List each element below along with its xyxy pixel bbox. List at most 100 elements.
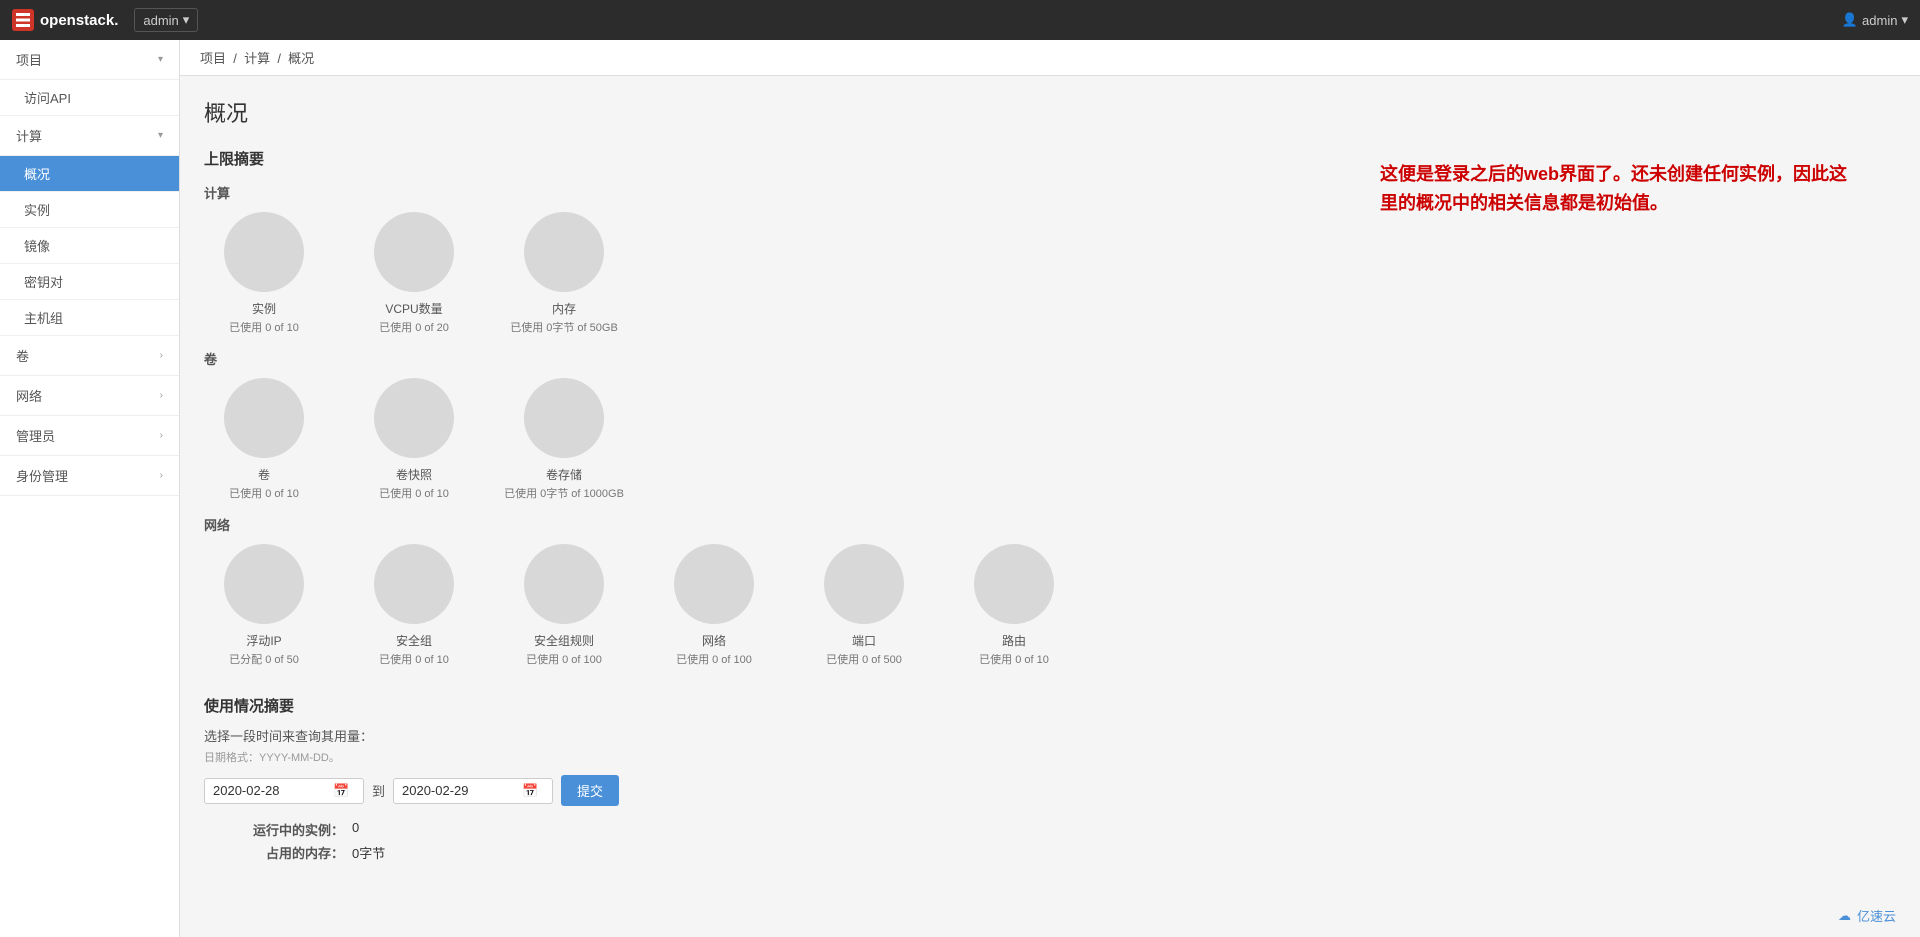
gauge-router: 路由 已使用 0 of 10	[954, 544, 1074, 667]
gauge-value-security-rules: 已使用 0 of 100	[526, 651, 602, 667]
gauge-memory: 内存 已使用 0字节 of 50GB	[504, 212, 624, 335]
gauge-label-security-rules: 安全组规则	[534, 632, 594, 649]
user-icon: 👤	[1842, 12, 1858, 28]
gauge-value-security-group: 已使用 0 of 10	[379, 651, 449, 667]
sidebar-compute-label: 计算	[16, 126, 42, 145]
end-date-input[interactable]	[402, 783, 522, 798]
gauge-circle-network	[674, 544, 754, 624]
used-memory-label: 占用的内存：	[204, 843, 344, 862]
network-gauge-row: 浮动IP 已分配 0 of 50 安全组 已使用 0 of 10 安全组规则 已…	[204, 544, 1896, 667]
gauge-circle-port	[824, 544, 904, 624]
date-query-label: 选择一段时间来查询其用量：	[204, 726, 1896, 745]
gauge-security-group: 安全组 已使用 0 of 10	[354, 544, 474, 667]
breadcrumb-project: 项目	[200, 51, 226, 66]
sidebar-identity-section[interactable]: 身份管理 ›	[0, 456, 179, 496]
sidebar-admin-section[interactable]: 管理员 ›	[0, 416, 179, 456]
chevron-right-icon-net: ›	[160, 390, 163, 401]
gauge-circle-instances	[224, 212, 304, 292]
gauge-value-volumes: 已使用 0 of 10	[229, 485, 299, 501]
end-date-input-wrap[interactable]: 📅	[393, 778, 553, 804]
gauge-instances: 实例 已使用 0 of 10	[204, 212, 324, 335]
breadcrumb: 项目 / 计算 / 概况	[180, 40, 1920, 76]
topbar-user-label: admin	[1862, 13, 1897, 28]
submit-button[interactable]: 提交	[561, 775, 619, 806]
calendar-icon-end[interactable]: 📅	[522, 783, 538, 799]
gauge-circle-snapshots	[374, 378, 454, 458]
gauge-label-snapshots: 卷快照	[396, 466, 432, 483]
breadcrumb-compute: 计算	[244, 51, 270, 66]
topbar-user-menu[interactable]: 👤 admin ▾	[1842, 12, 1908, 28]
sidebar-identity-label: 身份管理	[16, 466, 68, 485]
topbar-left: openstack. admin ▾	[12, 8, 198, 32]
sidebar-item-keypairs[interactable]: 密钥对	[0, 264, 179, 300]
gauge-label-port: 端口	[852, 632, 876, 649]
gauge-vol-storage: 卷存储 已使用 0字节 of 1000GB	[504, 378, 624, 501]
topbar-user-chevron: ▾	[1901, 12, 1908, 28]
page-title: 概况	[204, 96, 1896, 128]
chevron-right-icon-admin: ›	[160, 430, 163, 441]
used-memory-value: 0字节	[352, 843, 385, 862]
start-date-input[interactable]	[213, 783, 333, 798]
running-instances-value: 0	[352, 820, 359, 839]
gauge-snapshots: 卷快照 已使用 0 of 10	[354, 378, 474, 501]
main-content: 项目 / 计算 / 概况 概况 上限摘要 计算 实例 已使用 0 of 10	[180, 40, 1920, 937]
usage-summary-section: 使用情况摘要 选择一段时间来查询其用量： 日期格式：YYYY-MM-DD。 📅 …	[204, 695, 1896, 862]
gauge-network: 网络 已使用 0 of 100	[654, 544, 774, 667]
start-date-input-wrap[interactable]: 📅	[204, 778, 364, 804]
gauge-value-floating-ip: 已分配 0 of 50	[229, 651, 299, 667]
sidebar-item-instances[interactable]: 实例	[0, 192, 179, 228]
gauge-label-instances: 实例	[252, 300, 276, 317]
compute-gauge-row: 实例 已使用 0 of 10 VCPU数量 已使用 0 of 20 内存 已使用…	[204, 212, 1896, 335]
calendar-icon-start[interactable]: 📅	[333, 783, 349, 799]
stats-running-instances: 运行中的实例： 0	[204, 820, 1896, 839]
usage-summary-title: 使用情况摘要	[204, 695, 1896, 716]
gauge-floating-ip: 浮动IP 已分配 0 of 50	[204, 544, 324, 667]
sidebar-item-hostgroups[interactable]: 主机组	[0, 300, 179, 336]
gauge-volumes: 卷 已使用 0 of 10	[204, 378, 324, 501]
gauge-circle-memory	[524, 212, 604, 292]
date-format-hint: 日期格式：YYYY-MM-DD。	[204, 749, 1896, 765]
sidebar-item-overview[interactable]: 概况	[0, 156, 179, 192]
stats-used-memory: 占用的内存： 0字节	[204, 843, 1896, 862]
topbar-admin-chevron: ▾	[183, 12, 190, 28]
running-instances-label: 运行中的实例：	[204, 820, 344, 839]
sidebar-volumes-section[interactable]: 卷 ›	[0, 336, 179, 376]
sidebar-project-section[interactable]: 项目 ▾	[0, 40, 179, 80]
gauge-port: 端口 已使用 0 of 500	[804, 544, 924, 667]
limit-summary-title: 上限摘要	[204, 148, 1896, 169]
sidebar-item-images[interactable]: 镜像	[0, 228, 179, 264]
gauge-circle-router	[974, 544, 1054, 624]
gauge-circle-floating-ip	[224, 544, 304, 624]
gauge-label-floating-ip: 浮动IP	[246, 632, 281, 649]
gauge-label-security-group: 安全组	[396, 632, 432, 649]
logo-text: openstack.	[40, 12, 118, 29]
gauge-value-port: 已使用 0 of 500	[826, 651, 902, 667]
gauge-circle-vol-storage	[524, 378, 604, 458]
brand-icon: ☁	[1838, 908, 1851, 924]
gauge-circle-vcpu	[374, 212, 454, 292]
gauge-label-memory: 内存	[552, 300, 576, 317]
gauge-value-memory: 已使用 0字节 of 50GB	[510, 319, 618, 335]
stats-row: 运行中的实例： 0 占用的内存： 0字节	[204, 820, 1896, 862]
sidebar-volumes-label: 卷	[16, 346, 29, 365]
sidebar-admin-label: 管理员	[16, 426, 55, 445]
compute-subsection-title: 计算	[204, 183, 1896, 202]
gauge-circle-security-group	[374, 544, 454, 624]
chevron-right-icon-identity: ›	[160, 470, 163, 481]
topbar-admin-dropdown[interactable]: admin ▾	[134, 8, 198, 32]
sidebar: 项目 ▾ 访问API 计算 ▾ 概况 实例 镜像 密钥对 主机组 卷 › 网	[0, 40, 180, 937]
sidebar-item-visit-api[interactable]: 访问API	[0, 80, 179, 116]
content-area: 概况 上限摘要 计算 实例 已使用 0 of 10 VCPU数量 已使用 0 o…	[180, 76, 1920, 882]
sidebar-project-label: 项目	[16, 50, 42, 69]
gauge-value-vcpu: 已使用 0 of 20	[379, 319, 449, 335]
sidebar-network-section[interactable]: 网络 ›	[0, 376, 179, 416]
gauge-circle-volumes	[224, 378, 304, 458]
breadcrumb-overview: 概况	[288, 51, 314, 66]
gauge-label-vcpu: VCPU数量	[385, 300, 442, 317]
gauge-label-network: 网络	[702, 632, 726, 649]
chevron-right-icon-vol: ›	[160, 350, 163, 361]
gauge-label-router: 路由	[1002, 632, 1026, 649]
brand-text: 亿速云	[1857, 906, 1896, 925]
gauge-value-instances: 已使用 0 of 10	[229, 319, 299, 335]
sidebar-compute-section[interactable]: 计算 ▾	[0, 116, 179, 156]
